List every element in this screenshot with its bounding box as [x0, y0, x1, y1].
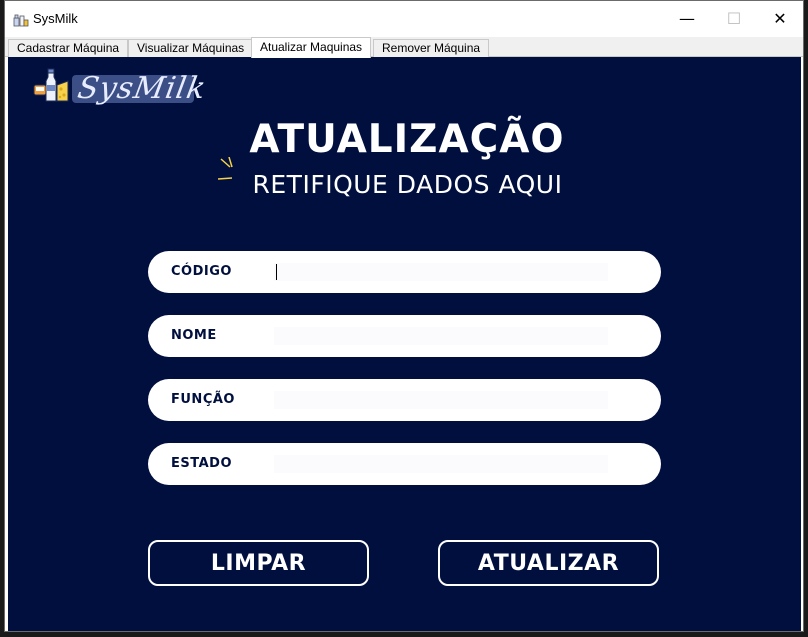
update-panel: SysMilk ATUALIZAÇÃO RETIFIQUE DADOS AQUI… — [8, 57, 801, 631]
title-bar[interactable]: SysMilk — ☐ ✕ — [5, 1, 803, 35]
nome-input[interactable] — [274, 327, 608, 345]
nome-field: NOME — [148, 315, 661, 357]
close-button[interactable]: ✕ — [757, 1, 803, 35]
sysmilk-logo: SysMilk — [32, 63, 209, 113]
tab-visualizar-maquinas[interactable]: Visualizar Máquinas — [128, 39, 254, 57]
maximize-button[interactable]: ☐ — [711, 1, 757, 35]
estado-label: ESTADO — [171, 456, 233, 471]
window-title: SysMilk — [33, 11, 78, 26]
tab-atualizar-maquinas[interactable]: Atualizar Maquinas — [251, 37, 372, 58]
page-title: ATUALIZAÇÃO — [249, 117, 565, 162]
estado-input[interactable] — [274, 455, 608, 473]
estado-field: ESTADO — [148, 443, 661, 485]
logo-text: SysMilk — [74, 71, 210, 106]
clear-button[interactable]: LIMPAR — [148, 540, 369, 586]
funcao-input[interactable] — [274, 391, 608, 409]
update-button[interactable]: ATUALIZAR — [438, 540, 659, 586]
codigo-label: CÓDIGO — [171, 264, 232, 279]
page-subtitle: RETIFIQUE DADOS AQUI — [252, 170, 563, 199]
app-window: SysMilk — ☐ ✕ Cadastrar Máquina Visualiz… — [4, 0, 804, 632]
codigo-field: CÓDIGO — [148, 251, 661, 293]
nome-label: NOME — [171, 328, 217, 343]
tab-bar: Cadastrar Máquina Visualizar Máquinas At… — [5, 37, 803, 58]
milk-bottle-icon — [13, 14, 29, 27]
minimize-button[interactable]: — — [664, 1, 710, 35]
codigo-input[interactable] — [274, 263, 608, 281]
tab-cadastrar-maquina[interactable]: Cadastrar Máquina — [8, 39, 129, 57]
funcao-label: FUNÇÃO — [171, 392, 235, 407]
funcao-field: FUNÇÃO — [148, 379, 661, 421]
text-caret — [276, 264, 277, 280]
tab-remover-maquina[interactable]: Remover Máquina — [373, 39, 490, 57]
dairy-products-icon — [33, 68, 69, 102]
